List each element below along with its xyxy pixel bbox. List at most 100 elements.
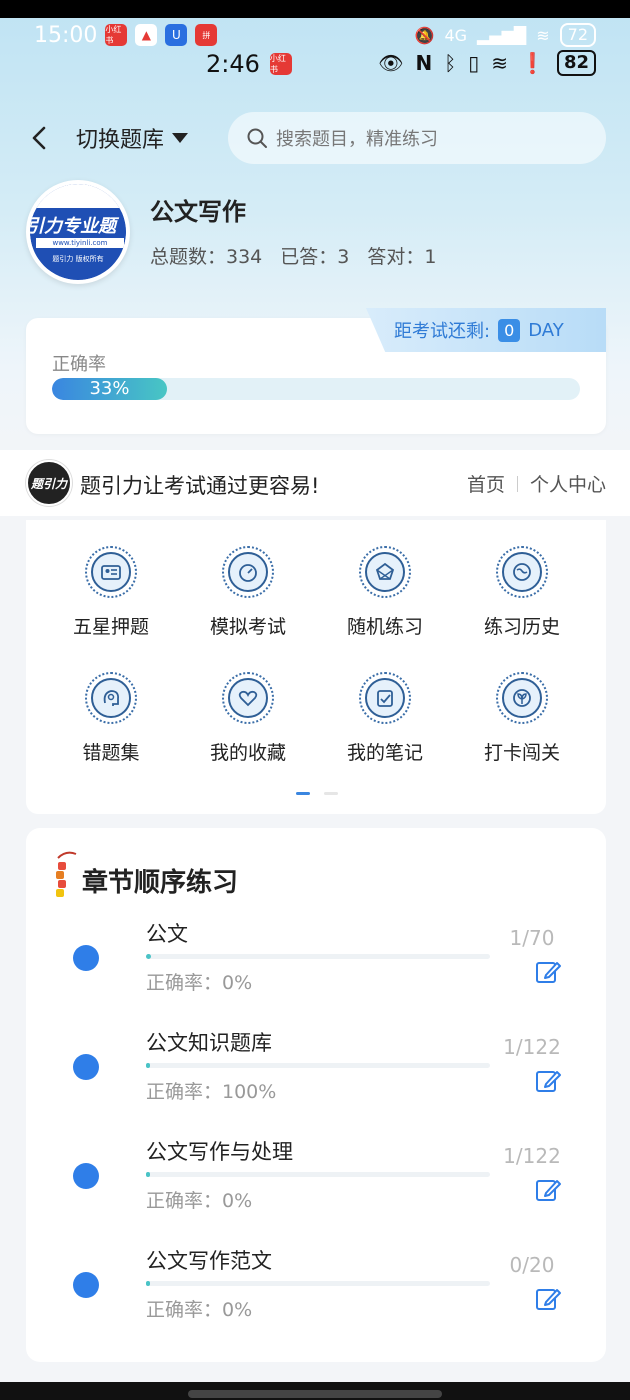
leaf-icon — [496, 672, 548, 724]
chapter-progress-track — [146, 1063, 490, 1068]
chapter-row[interactable]: 公文写作范文 正确率：0% 0/20 — [26, 1243, 606, 1343]
feature-id-card[interactable]: 五星押题 — [41, 546, 181, 639]
brand-logo-text: 题引力 — [30, 476, 67, 491]
chapter-accuracy: 正确率：0% — [146, 972, 253, 994]
chapter-card: 章节顺序练习 公文 正确率：0% 1/70 公文知识题库 正确率：100% 1/122 公文… — [26, 828, 606, 1362]
edit-icon[interactable] — [534, 1067, 562, 1095]
gauge-icon — [222, 546, 274, 598]
profile-link[interactable]: 个人中心 — [530, 470, 606, 497]
brand-logo: 题引力 — [26, 460, 72, 506]
home-indicator[interactable] — [188, 1390, 442, 1398]
switch-bank-label: 切换题库 — [76, 128, 165, 153]
chapter-name: 公文知识题库 — [146, 1031, 272, 1055]
feature-grid: 五星押题 模拟考试 随机练习 练习历史错题集 我的收藏 我的笔记 打卡闯关 — [26, 520, 606, 814]
chapter-row[interactable]: 公文写作与处理 正确率：0% 1/122 — [26, 1134, 606, 1234]
page-indicator — [296, 792, 338, 795]
back-arrow-icon[interactable] — [26, 124, 54, 152]
total-count: 总题数：334 — [150, 246, 263, 268]
chapter-row[interactable]: 公文知识题库 正确率：100% 1/122 — [26, 1025, 606, 1125]
network-label: 4G — [444, 25, 468, 45]
brand-slogan: 题引力让考试通过更容易! — [80, 474, 320, 498]
chapter-progress-track — [146, 954, 490, 959]
status-time: 15:00 — [34, 22, 98, 48]
feature-label: 错题集 — [82, 742, 140, 764]
logo-url-text: www.tiyinli.com — [36, 238, 124, 248]
chapter-progress-track — [146, 1172, 490, 1177]
chapter-accuracy: 正确率：0% — [146, 1299, 253, 1321]
u-app-icon: U — [165, 24, 188, 46]
firecracker-icon — [56, 851, 77, 897]
xiaohongshu-icon: 小红书 — [105, 24, 128, 46]
feature-gauge[interactable]: 模拟考试 — [178, 546, 318, 639]
chapter-progress-track — [146, 1281, 490, 1286]
chapter-dot — [73, 1163, 99, 1189]
globe-icon — [496, 546, 548, 598]
vibrate-icon: ▯ — [468, 51, 480, 75]
course-logo: 引力专业题 www.tiyinli.com 题引力 版权所有 — [26, 180, 130, 284]
logo-foot-text: 题引力 版权所有 — [52, 255, 104, 263]
shuffle-icon — [359, 546, 411, 598]
chapter-accuracy: 正确率：0% — [146, 1190, 253, 1212]
note-check-icon — [359, 672, 411, 724]
switch-bank-button[interactable]: 切换题库 — [76, 122, 189, 154]
id-card-icon — [85, 546, 137, 598]
battery-indicator: 72 — [559, 23, 596, 47]
xiaohongshu-small-icon: 小红书 — [269, 53, 292, 75]
top-black-bar — [0, 0, 630, 18]
home-link[interactable]: 首页 — [467, 470, 505, 497]
feature-leaf[interactable]: 打卡闯关 — [452, 672, 592, 765]
feature-globe[interactable]: 练习历史 — [452, 546, 592, 639]
edit-icon[interactable] — [534, 1176, 562, 1204]
chapter-progress-fill — [146, 1063, 150, 1068]
bluetooth-icon: ᛒ — [444, 51, 457, 75]
countdown-unit: DAY — [528, 319, 564, 341]
page-dot — [324, 792, 338, 795]
inner-status-bar: 2:46 小红书 👁 N ᛒ ▯ ≋ ❗ 82 — [0, 46, 630, 82]
feature-label: 打卡闯关 — [483, 742, 560, 764]
chapter-progress-fill — [146, 1172, 150, 1177]
feature-head[interactable]: 错题集 — [41, 672, 181, 765]
wifi-icon: ≋ — [536, 25, 550, 45]
chapter-count: 1/122 — [503, 1144, 561, 1168]
pdd-app-icon: 拼 — [195, 24, 218, 46]
answered-count: 已答：3 — [280, 246, 350, 268]
triangle-app-icon: ▲ — [135, 24, 158, 46]
feature-label: 我的笔记 — [346, 742, 423, 764]
correct-count: 答对：1 — [367, 246, 437, 268]
heart-icon — [222, 672, 274, 724]
accuracy-card: 距考试还剩: 0 DAY 正确率 33% — [26, 308, 606, 434]
search-placeholder: 搜索题目，精准练习 — [276, 129, 438, 150]
chapter-progress-fill — [146, 954, 151, 959]
edit-icon[interactable] — [534, 1285, 562, 1313]
feature-label: 模拟考试 — [209, 616, 286, 638]
countdown-days: 0 — [498, 318, 521, 342]
feature-label: 随机练习 — [346, 616, 423, 638]
chapter-dot — [73, 1272, 99, 1298]
chapter-count: 1/122 — [503, 1035, 561, 1059]
battery-indicator-2: 82 — [556, 50, 596, 76]
eye-icon: 👁 — [378, 51, 404, 75]
chapter-row[interactable]: 公文正确率：0% 1/70 — [26, 916, 606, 1016]
logo-band-text: 引力专业题 — [30, 212, 126, 237]
chapter-name: 公文写作与处理 — [146, 1140, 293, 1164]
accuracy-value: 33% — [89, 378, 130, 399]
chapter-accuracy: 正确率：100% — [146, 1081, 277, 1103]
feature-shuffle[interactable]: 随机练习 — [315, 546, 455, 639]
edit-icon[interactable] — [534, 958, 562, 986]
chapter-count: 1/70 — [509, 926, 555, 950]
wifi-icon-2: ≋ — [491, 51, 509, 75]
feature-heart[interactable]: 我的收藏 — [178, 672, 318, 765]
page-dot-active — [296, 792, 310, 795]
link-divider — [516, 475, 518, 492]
nfc-icon: N — [415, 51, 433, 75]
chapter-dot — [73, 1054, 99, 1080]
chapter-section-title: 章节顺序练习 — [82, 868, 239, 898]
alert-icon: ❗ — [520, 51, 545, 75]
brand-bar: 题引力 题引力让考试通过更容易! 首页 个人中心 — [0, 450, 630, 516]
search-input[interactable]: 搜索题目，精准练习 — [228, 112, 606, 164]
feature-note-check[interactable]: 我的笔记 — [315, 672, 455, 765]
chapter-name: 公文写作范文 — [146, 1249, 272, 1273]
head-icon — [85, 672, 137, 724]
chapter-name: 公文 — [146, 922, 188, 946]
course-title: 公文写作 — [150, 198, 246, 226]
